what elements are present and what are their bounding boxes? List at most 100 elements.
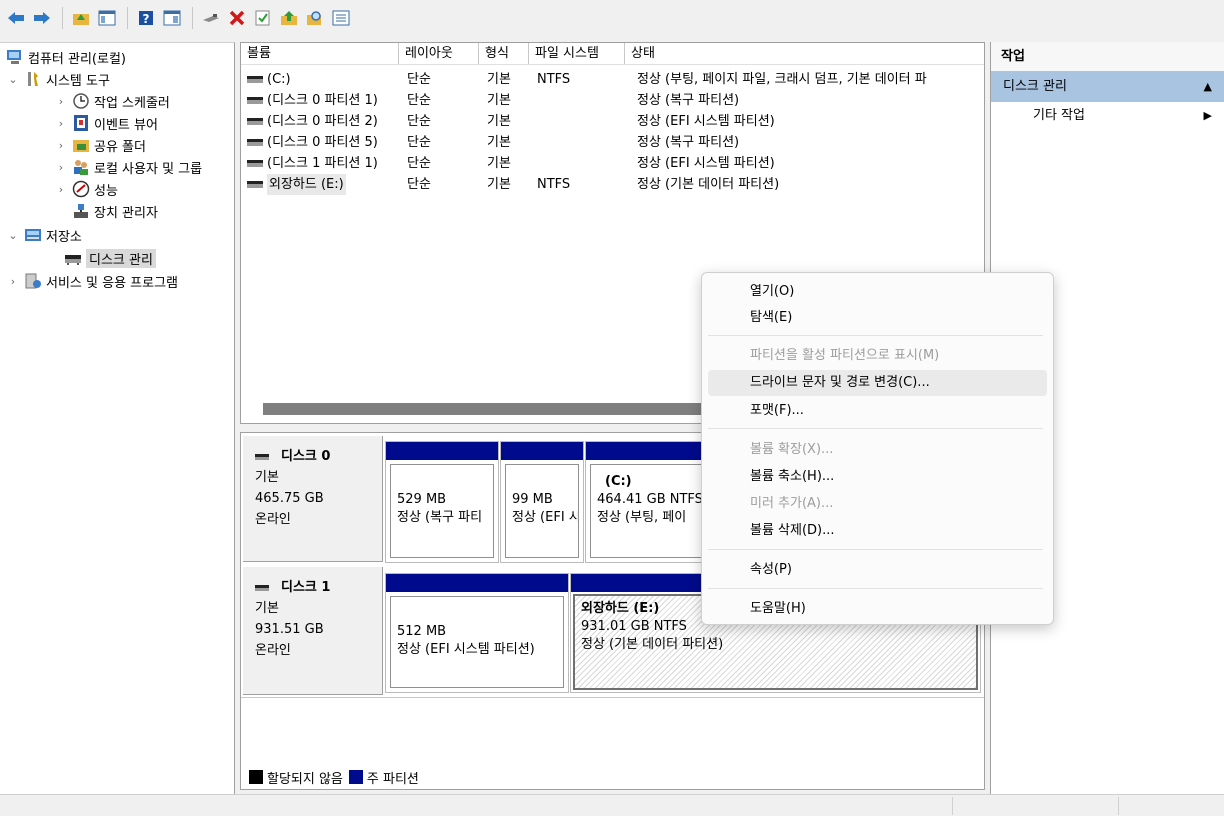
collapse-up-icon[interactable]: ▲	[1204, 72, 1212, 102]
legend-label-unallocated: 할당되지 않음	[267, 771, 343, 787]
menu-item-explore[interactable]: 탐색(E)	[708, 305, 1047, 331]
volume-status: 정상 (EFI 시스템 파티션)	[637, 114, 775, 129]
menu-item-help[interactable]: 도움말(H)	[708, 596, 1047, 622]
volume-status: 정상 (EFI 시스템 파티션)	[637, 156, 775, 171]
volume-name: (디스크 0 파티션 5)	[267, 135, 378, 150]
actions-section-disk-management[interactable]: 디스크 관리 ▲	[991, 72, 1224, 102]
performance-icon	[72, 180, 90, 198]
actions-more[interactable]: 기타 작업 ▶	[991, 102, 1224, 130]
menu-item-open[interactable]: 열기(O)	[708, 279, 1047, 305]
menu-item-delete-volume[interactable]: 볼륨 삭제(D)...	[708, 518, 1047, 544]
column-header-filesystem[interactable]: 파일 시스템	[529, 43, 625, 64]
list-icon[interactable]	[329, 6, 353, 30]
import-icon[interactable]	[277, 6, 301, 30]
menu-item-extend-volume: 볼륨 확장(X)...	[750, 442, 834, 457]
delete-icon[interactable]	[225, 6, 249, 30]
column-header-volume[interactable]: 볼륨	[241, 43, 399, 64]
device-manager-icon	[72, 202, 90, 220]
legend-swatch-unallocated	[249, 770, 263, 784]
partition-bar	[386, 442, 498, 460]
volume-list-header: 볼륨 레이아웃 형식 파일 시스템 상태	[241, 43, 984, 65]
tree-label: 컴퓨터 관리(로컬)	[28, 51, 126, 67]
disk-state: 온라인	[255, 643, 291, 658]
disk-management-icon	[64, 249, 82, 267]
table-row[interactable]: (C:) 단순 기본 NTFS 정상 (부팅, 페이지 파일, 크래시 덤프, …	[241, 69, 984, 90]
partition-status: 정상 (EFI 시스템 파티션)	[397, 642, 535, 657]
tree-item-disk-management[interactable]: 디스크 관리	[60, 247, 156, 269]
column-header-layout[interactable]: 레이아웃	[399, 43, 479, 64]
disk-1-label[interactable]: 디스크 1 기본 931.51 GB 온라인	[243, 567, 383, 695]
partition-disk0-1[interactable]: 529 MB 정상 (복구 파티	[385, 441, 499, 563]
menu-item-change-drive-letter[interactable]: 드라이브 문자 및 경로 변경(C)...	[708, 370, 1047, 396]
toolbar-separator	[127, 7, 128, 29]
partition-size: 512 MB	[397, 624, 447, 639]
partition-disk1-1[interactable]: 512 MB 정상 (EFI 시스템 파티션)	[385, 573, 569, 693]
help-icon[interactable]: ?	[134, 6, 158, 30]
legend-label-primary: 주 파티션	[366, 771, 419, 787]
tree-item-task-scheduler[interactable]: › 작업 스케줄러	[54, 90, 170, 112]
toolbar-separator	[62, 7, 63, 29]
connect-icon[interactable]	[199, 6, 223, 30]
table-row[interactable]: (디스크 0 파티션 1) 단순 기본 정상 (복구 파티션)	[241, 90, 984, 111]
back-icon[interactable]	[4, 6, 28, 30]
partition-disk0-2[interactable]: 99 MB 정상 (EFI 시	[500, 441, 584, 563]
chevron-down-icon[interactable]: ⌄	[6, 73, 20, 86]
chevron-right-icon[interactable]: ›	[54, 117, 68, 130]
chevron-right-icon[interactable]: ›	[54, 183, 68, 196]
volume-type: 기본	[487, 156, 511, 171]
chevron-right-icon[interactable]: ›	[6, 275, 20, 288]
tree-item-performance[interactable]: › 성능	[54, 178, 118, 200]
status-segment	[1118, 797, 1224, 815]
properties-icon[interactable]	[160, 6, 184, 30]
column-header-type[interactable]: 형식	[479, 43, 529, 64]
disk-name: 디스크 0	[281, 449, 331, 464]
status-bar	[0, 794, 1224, 816]
up-folder-icon[interactable]	[69, 6, 93, 30]
submenu-arrow-icon: ▶	[1203, 109, 1212, 122]
chevron-right-icon[interactable]: ›	[54, 95, 68, 108]
tools-icon	[24, 70, 42, 88]
volume-name: 외장하드 (E:)	[267, 174, 346, 195]
actions-more-label: 기타 작업	[1033, 108, 1085, 123]
tree-item-event-viewer[interactable]: › 이벤트 뷰어	[54, 112, 158, 134]
tree-label: 성능	[94, 183, 118, 199]
chevron-down-icon[interactable]: ⌄	[6, 229, 20, 242]
table-row[interactable]: (디스크 1 파티션 1) 단순 기본 정상 (EFI 시스템 파티션)	[241, 153, 984, 174]
tree-item-computer-management[interactable]: 컴퓨터 관리(로컬)	[2, 46, 126, 68]
chevron-right-icon[interactable]: ›	[54, 161, 68, 174]
table-row[interactable]: (디스크 0 파티션 2) 단순 기본 정상 (EFI 시스템 파티션)	[241, 111, 984, 132]
table-row[interactable]: 외장하드 (E:) 단순 기본 NTFS 정상 (기본 데이터 파티션)	[241, 174, 984, 195]
tree-item-services-applications[interactable]: › 서비스 및 응용 프로그램	[6, 270, 178, 292]
volume-layout: 단순	[407, 93, 431, 108]
volume-status: 정상 (기본 데이터 파티션)	[637, 177, 780, 192]
tree-item-device-manager[interactable]: 장치 관리자	[68, 200, 158, 222]
menu-item-format[interactable]: 포맷(F)...	[708, 398, 1047, 424]
users-icon	[72, 158, 90, 176]
disk-type: 기본	[255, 601, 279, 616]
chevron-right-icon[interactable]: ›	[54, 139, 68, 152]
disk-icon	[255, 453, 269, 460]
check-icon[interactable]	[251, 6, 275, 30]
tree-item-shared-folders[interactable]: › 공유 폴더	[54, 134, 146, 156]
forward-icon[interactable]	[30, 6, 54, 30]
tree-item-storage[interactable]: ⌄ 저장소	[6, 224, 82, 246]
actions-section-label: 디스크 관리	[1003, 79, 1067, 94]
menu-item-shrink-volume[interactable]: 볼륨 축소(H)...	[708, 464, 1047, 490]
services-icon	[24, 272, 42, 290]
tree-item-system-tools[interactable]: ⌄ 시스템 도구	[6, 68, 110, 90]
search-icon[interactable]	[303, 6, 327, 30]
legend-swatch-primary	[348, 770, 363, 784]
partition-bar	[386, 574, 568, 592]
drive-icon	[247, 118, 263, 125]
disk-0-label[interactable]: 디스크 0 기본 465.75 GB 온라인	[243, 436, 383, 562]
tree-label: 이벤트 뷰어	[94, 117, 158, 133]
tree-item-local-users-groups[interactable]: › 로컬 사용자 및 그룹	[54, 156, 202, 178]
show-hide-tree-icon[interactable]	[95, 6, 119, 30]
column-header-status[interactable]: 상태	[625, 43, 980, 64]
legend: 할당되지 않음 주 파티션	[249, 767, 419, 787]
menu-item-properties[interactable]: 속성(P)	[708, 557, 1047, 583]
table-row[interactable]: (디스크 0 파티션 5) 단순 기본 정상 (복구 파티션)	[241, 132, 984, 153]
disk-size: 931.51 GB	[255, 622, 324, 637]
clock-icon	[72, 92, 90, 110]
volume-status: 정상 (부팅, 페이지 파일, 크래시 덤프, 기본 데이터 파	[637, 72, 927, 87]
